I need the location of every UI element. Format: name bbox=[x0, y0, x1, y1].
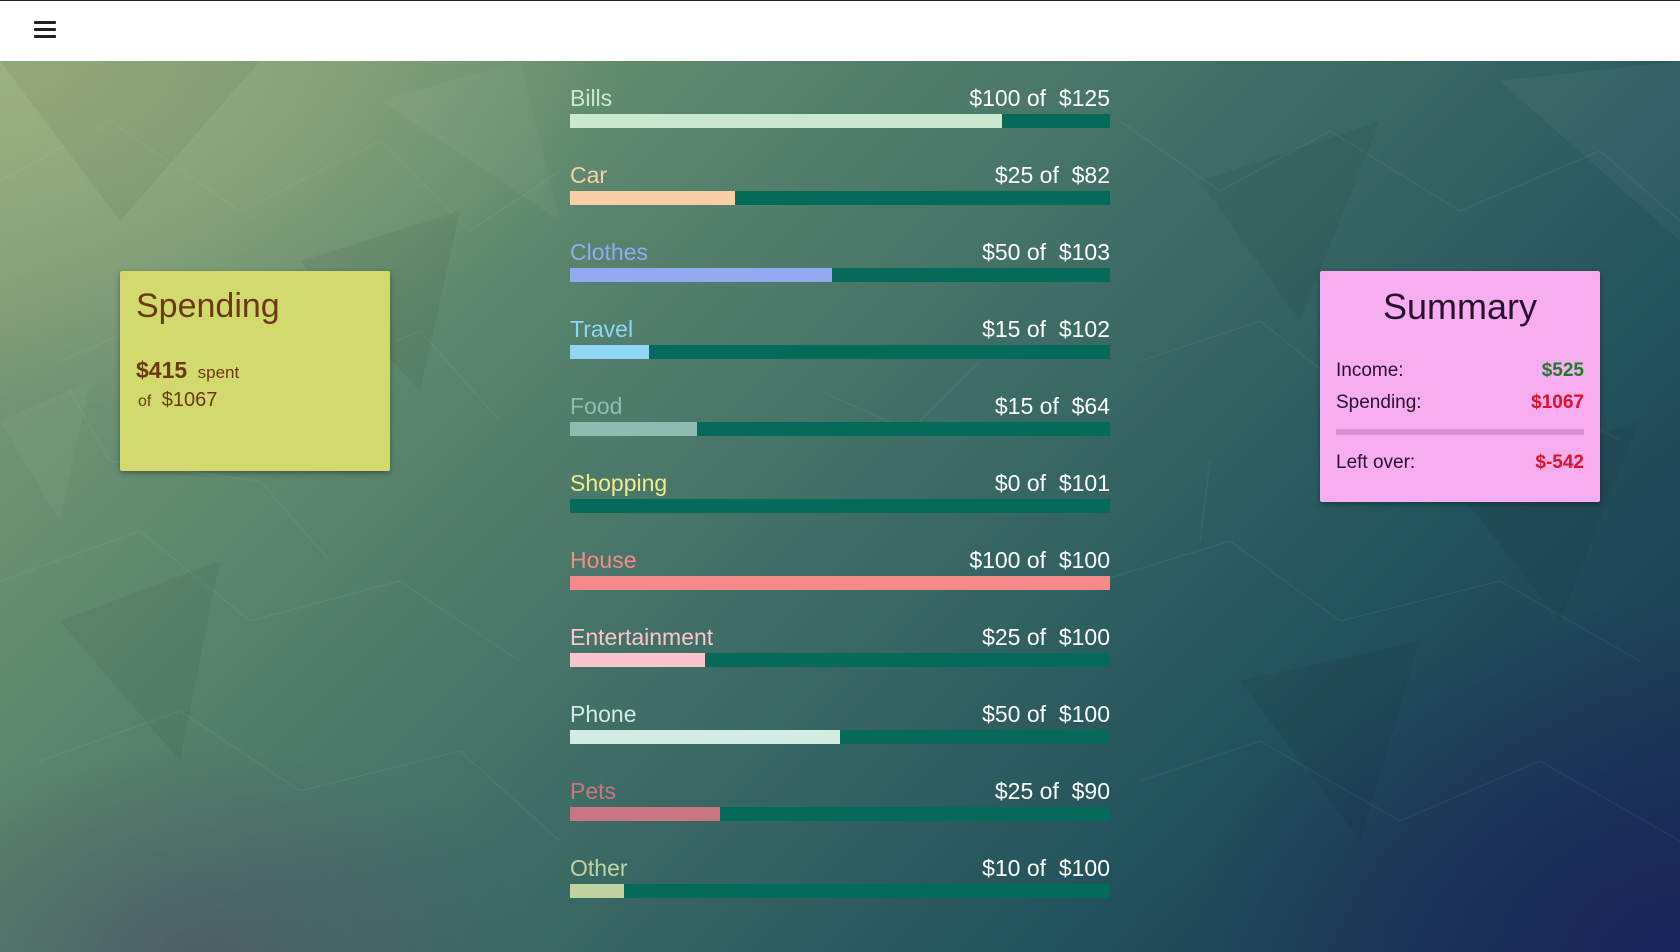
category-name: Shopping bbox=[570, 470, 668, 496]
summary-card-title: Summary bbox=[1382, 286, 1538, 327]
category-header: Clothes $50 of $103 bbox=[570, 232, 1110, 266]
category-item[interactable]: Car $25 of $82 bbox=[570, 155, 1110, 232]
category-header: Travel $15 of $102 bbox=[570, 309, 1110, 343]
category-amount: $25 of $82 bbox=[994, 162, 1110, 188]
category-name: Phone bbox=[570, 701, 637, 727]
category-amount: $10 of $100 bbox=[982, 855, 1110, 881]
category-progress-fill bbox=[570, 807, 720, 821]
category-progress-bar bbox=[570, 807, 1110, 821]
summary-income-row: Income: $525 bbox=[1336, 355, 1584, 387]
category-progress-bar bbox=[570, 499, 1110, 513]
category-name: Pets bbox=[570, 778, 617, 804]
menu-line bbox=[34, 21, 56, 24]
top-app-bar bbox=[0, 0, 1680, 61]
leftover-label: Left over: bbox=[1336, 452, 1416, 473]
category-amount: $100 of $125 bbox=[969, 85, 1110, 111]
category-progress-bar bbox=[570, 730, 1110, 744]
category-progress-fill bbox=[570, 114, 1002, 128]
category-name: Clothes bbox=[570, 239, 648, 265]
category-header: Other $10 of $100 bbox=[570, 848, 1110, 882]
category-progress-fill bbox=[570, 422, 697, 436]
category-amount: $0 of $101 bbox=[994, 470, 1110, 496]
category-name: House bbox=[570, 547, 637, 573]
spending-of-label: of bbox=[138, 393, 152, 410]
category-progress-fill bbox=[570, 884, 624, 898]
category-amount: $25 of $90 bbox=[994, 778, 1110, 804]
category-progress-bar bbox=[570, 422, 1110, 436]
category-header: House $100 of $100 bbox=[570, 540, 1110, 574]
summary-card: Summary Income: $525 Spending: $1067 Lef… bbox=[1320, 271, 1600, 502]
category-amount: $100 of $100 bbox=[969, 547, 1110, 573]
category-progress-bar bbox=[570, 884, 1110, 898]
spending-card: Spending $415 spent of $1067 bbox=[120, 271, 390, 471]
category-name: Car bbox=[570, 162, 608, 188]
category-name: Other bbox=[570, 855, 628, 881]
category-item[interactable]: Bills $100 of $125 bbox=[570, 78, 1110, 155]
spending-value: $1067 bbox=[1531, 392, 1584, 413]
hamburger-menu-icon[interactable] bbox=[30, 15, 60, 45]
category-header: Food $15 of $64 bbox=[570, 386, 1110, 420]
category-name: Bills bbox=[570, 85, 613, 111]
category-amount: $25 of $100 bbox=[982, 624, 1110, 650]
category-item[interactable]: Other $10 of $100 bbox=[570, 848, 1110, 925]
category-progress-fill bbox=[570, 345, 650, 359]
category-item[interactable]: Clothes $50 of $103 bbox=[570, 232, 1110, 309]
summary-spending-row: Spending: $1067 bbox=[1336, 387, 1584, 419]
income-label: Income: bbox=[1336, 360, 1404, 381]
category-progress-fill bbox=[570, 191, 735, 205]
category-header: Bills $100 of $125 bbox=[570, 78, 1110, 112]
category-list: Bills $100 of $125 Car $25 of $82 Clothes $50… bbox=[570, 78, 1110, 925]
summary-divider bbox=[1336, 429, 1584, 435]
category-header: Phone $50 of $100 bbox=[570, 694, 1110, 728]
category-item[interactable]: Food $15 of $64 bbox=[570, 386, 1110, 463]
summary-leftover-row: Left over: $-542 bbox=[1336, 447, 1584, 479]
menu-line bbox=[34, 28, 56, 31]
category-amount: $15 of $64 bbox=[994, 393, 1110, 419]
spending-card-title: Spending bbox=[136, 287, 280, 325]
category-progress-bar bbox=[570, 191, 1110, 205]
category-progress-fill bbox=[570, 268, 833, 282]
category-progress-bar bbox=[570, 653, 1110, 667]
category-progress-bar bbox=[570, 114, 1110, 128]
category-progress-fill bbox=[570, 653, 705, 667]
category-item[interactable]: Phone $50 of $100 bbox=[570, 694, 1110, 771]
category-name: Travel bbox=[570, 316, 634, 342]
category-item[interactable]: Entertainment $25 of $100 bbox=[570, 617, 1110, 694]
category-name: Food bbox=[570, 393, 623, 419]
category-amount: $15 of $102 bbox=[982, 316, 1110, 342]
category-progress-bar bbox=[570, 268, 1110, 282]
income-value: $525 bbox=[1541, 360, 1584, 381]
category-progress-fill bbox=[570, 730, 840, 744]
category-amount: $50 of $100 bbox=[982, 701, 1110, 727]
category-item[interactable]: Shopping $0 of $101 bbox=[570, 463, 1110, 540]
category-amount: $50 of $103 bbox=[982, 239, 1110, 265]
category-progress-bar bbox=[570, 345, 1110, 359]
category-header: Car $25 of $82 bbox=[570, 155, 1110, 189]
category-item[interactable]: House $100 of $100 bbox=[570, 540, 1110, 617]
spending-label: Spending: bbox=[1336, 392, 1422, 413]
category-header: Entertainment $25 of $100 bbox=[570, 617, 1110, 651]
category-progress-fill bbox=[570, 576, 1110, 590]
spending-spent-label: spent bbox=[197, 363, 240, 382]
category-header: Shopping $0 of $101 bbox=[570, 463, 1110, 497]
category-progress-bar bbox=[570, 576, 1110, 590]
category-item[interactable]: Travel $15 of $102 bbox=[570, 309, 1110, 386]
spending-total: $1067 bbox=[161, 389, 218, 411]
menu-line bbox=[34, 35, 56, 38]
category-name: Entertainment bbox=[570, 624, 714, 650]
leftover-value: $-542 bbox=[1535, 452, 1584, 473]
category-header: Pets $25 of $90 bbox=[570, 771, 1110, 805]
spending-amount: $415 bbox=[136, 357, 188, 383]
category-item[interactable]: Pets $25 of $90 bbox=[570, 771, 1110, 848]
